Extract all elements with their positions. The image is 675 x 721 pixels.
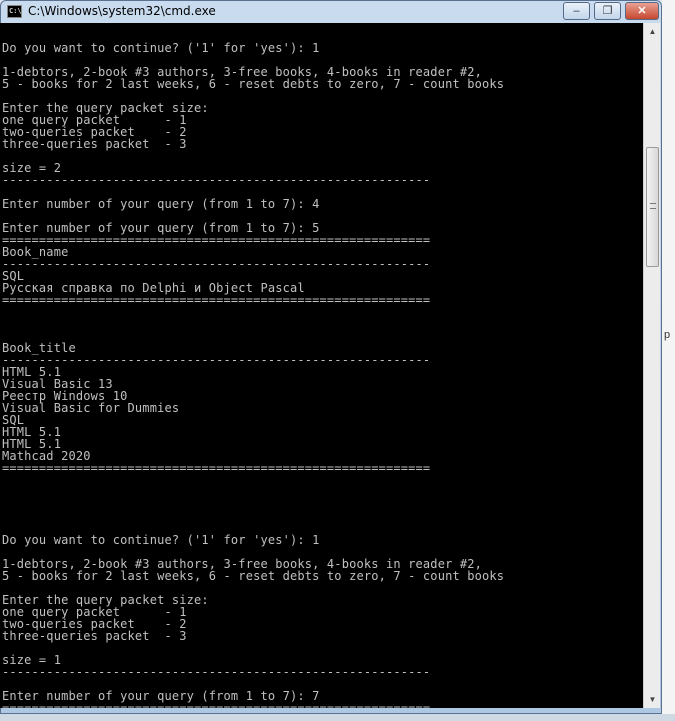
minimize-button[interactable]: ‒ (563, 2, 590, 20)
console-line: 5 - books for 2 last weeks, 6 - reset de… (2, 569, 505, 583)
console-line: ----------------------------------------… (2, 173, 431, 187)
scroll-down-arrow-icon[interactable]: ▼ (644, 691, 661, 708)
console-output[interactable]: Do you want to continue? ('1' for 'yes')… (0, 23, 643, 708)
background-bottom-strip (0, 714, 675, 721)
cmd-app-icon[interactable]: C:\ (7, 5, 22, 18)
console-line: ----------------------------------------… (2, 257, 431, 271)
close-button[interactable]: ✕ (625, 2, 659, 20)
console-line: three-queries packet - 3 (2, 629, 187, 643)
maximize-button[interactable]: ❐ (594, 2, 621, 20)
console-line: Do you want to continue? ('1' for 'yes')… (2, 533, 320, 547)
console-line: ========================================… (2, 461, 431, 475)
console-line: ========================================… (2, 701, 431, 708)
console-line: ----------------------------------------… (2, 353, 431, 367)
console-line: three-queries packet - 3 (2, 137, 187, 151)
background-edge-text: p (664, 329, 671, 341)
console-line: Visual Basic for Dummies (2, 401, 180, 415)
console-line: Do you want to continue? ('1' for 'yes')… (2, 41, 320, 55)
scroll-grip-icon (650, 203, 656, 209)
background-window-strip (662, 0, 675, 721)
title-bar[interactable]: C:\ C:\Windows\system32\cmd.exe ‒ ❐ ✕ (1, 1, 661, 24)
scroll-thumb[interactable] (646, 147, 659, 267)
vertical-scrollbar[interactable]: ▲ ▼ (643, 23, 660, 708)
console-line: 5 - books for 2 last weeks, 6 - reset de… (2, 77, 505, 91)
scroll-up-arrow-icon[interactable]: ▲ (644, 23, 661, 40)
window-title: C:\Windows\system32\cmd.exe (28, 4, 216, 18)
console-line: ----------------------------------------… (2, 665, 431, 679)
console-line: ========================================… (2, 293, 431, 307)
console-line: Enter number of your query (from 1 to 7)… (2, 197, 320, 211)
